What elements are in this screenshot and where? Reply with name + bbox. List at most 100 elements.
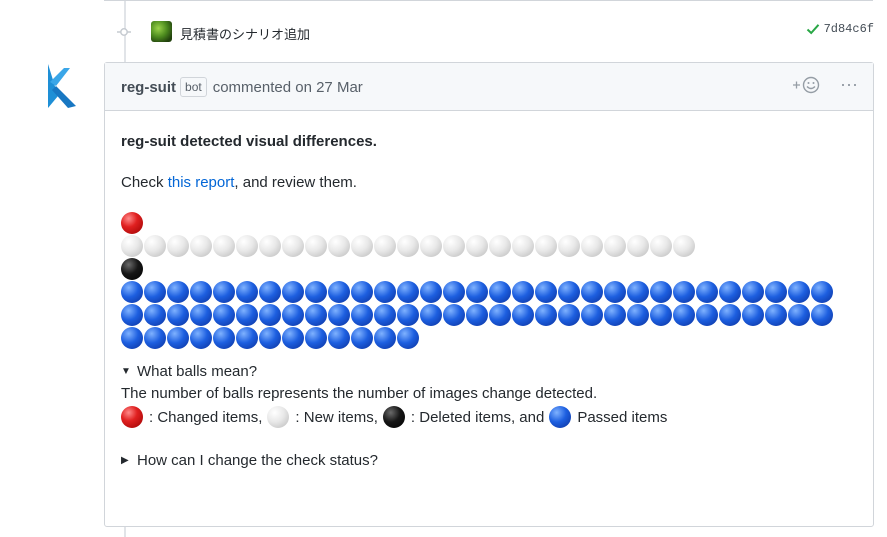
blue-ball-icon xyxy=(213,304,235,326)
blue-ball-icon xyxy=(282,327,304,349)
white-ball-icon xyxy=(213,235,235,257)
white-ball-icon xyxy=(535,235,557,257)
add-reaction-button[interactable] xyxy=(792,76,822,94)
blue-ball-icon xyxy=(581,304,603,326)
blue-ball-icon xyxy=(466,281,488,303)
blue-ball-icon xyxy=(558,304,580,326)
triangle-right-icon: ▶ xyxy=(121,455,129,466)
comment-author[interactable]: reg-suit xyxy=(121,79,176,96)
details-balls-meaning[interactable]: ▼ What balls mean? xyxy=(121,363,857,380)
blue-ball-icon xyxy=(144,281,166,303)
blue-ball-icon xyxy=(673,281,695,303)
comment-actions: ⋯ xyxy=(792,76,859,94)
commit-sha[interactable]: 7d84c6f xyxy=(824,22,874,36)
white-ball-icon xyxy=(604,235,626,257)
triangle-down-icon: ▼ xyxy=(121,366,131,377)
blue-ball-icon xyxy=(328,304,350,326)
blue-ball-icon xyxy=(305,327,327,349)
bot-badge: bot xyxy=(180,77,207,97)
black-ball-row xyxy=(121,258,857,280)
white-ball-icon xyxy=(259,235,281,257)
blue-ball-icon xyxy=(535,304,557,326)
blue-ball-icon xyxy=(190,327,212,349)
white-ball-icon xyxy=(627,235,649,257)
white-ball-icon xyxy=(328,235,350,257)
blue-ball-icon xyxy=(351,281,373,303)
white-ball-icon xyxy=(466,235,488,257)
blue-ball-icon xyxy=(167,304,189,326)
red-ball-row xyxy=(121,212,857,234)
blue-ball-icon xyxy=(282,304,304,326)
add-reaction-icon xyxy=(793,76,820,94)
blue-ball-icon xyxy=(397,281,419,303)
comment-timestamp[interactable]: commented on 27 Mar xyxy=(213,79,363,96)
blue-ball-icon xyxy=(627,281,649,303)
blue-ball-icon xyxy=(213,327,235,349)
status-balls xyxy=(121,212,857,349)
white-ball-icon xyxy=(581,235,603,257)
blue-ball-icon xyxy=(512,304,534,326)
blue-ball-icon xyxy=(489,304,511,326)
comment-headline: reg-suit detected visual differences. xyxy=(121,133,377,150)
blue-ball-icon xyxy=(144,327,166,349)
blue-ball-icon xyxy=(765,281,787,303)
kebab-icon[interactable]: ⋯ xyxy=(840,76,859,94)
blue-ball-icon xyxy=(466,304,488,326)
white-ball-icon xyxy=(282,235,304,257)
blue-ball-icon xyxy=(374,327,396,349)
blue-ball-icon xyxy=(167,327,189,349)
white-ball-icon xyxy=(673,235,695,257)
blue-ball-icon xyxy=(581,281,603,303)
white-ball-icon xyxy=(190,235,212,257)
white-ball-icon xyxy=(512,235,534,257)
white-ball-icon xyxy=(267,406,290,428)
blue-ball-icon xyxy=(397,327,419,349)
white-ball-icon xyxy=(305,235,327,257)
black-ball-icon xyxy=(121,258,143,280)
blue-ball-icon xyxy=(397,304,419,326)
red-ball-icon xyxy=(121,406,143,428)
blue-ball-icon xyxy=(121,304,143,326)
blue-ball-icon xyxy=(328,281,350,303)
blue-ball-icon xyxy=(190,281,212,303)
commit-status: 7d84c6f xyxy=(806,22,874,36)
blue-ball-icon xyxy=(282,281,304,303)
blue-ball-icon xyxy=(604,304,626,326)
blue-ball-icon xyxy=(236,327,258,349)
legend-changed: : Changed items, xyxy=(149,408,263,426)
blue-ball-icon xyxy=(305,304,327,326)
blue-ball-icon xyxy=(765,304,787,326)
white-ball-icon xyxy=(489,235,511,257)
commit-message[interactable]: 見積書のシナリオ追加 xyxy=(180,24,310,43)
check-icon[interactable] xyxy=(806,22,820,36)
reg-suit-logo[interactable] xyxy=(46,62,78,110)
check-prefix: Check xyxy=(121,174,168,191)
blue-ball-icon xyxy=(167,281,189,303)
blue-ball-icon xyxy=(259,281,281,303)
report-link[interactable]: this report xyxy=(168,174,235,191)
commit-author-avatar[interactable] xyxy=(151,21,172,42)
legend-passed: Passed items xyxy=(577,408,668,426)
check-report-line: Check this report, and review them. xyxy=(121,174,857,191)
white-ball-icon xyxy=(374,235,396,257)
blue-ball-icon xyxy=(259,327,281,349)
blue-ball-icon xyxy=(549,406,572,428)
comment-box: reg-suit bot commented on 27 Mar ⋯ reg-s… xyxy=(104,62,874,527)
blue-ball-icon xyxy=(742,281,764,303)
blue-ball-icon xyxy=(811,304,833,326)
legend-deleted: : Deleted items, and xyxy=(410,408,545,426)
details-summary-label: How can I change the check status? xyxy=(137,452,378,469)
details-check-status[interactable]: ▶ How can I change the check status? xyxy=(121,452,857,469)
blue-ball-icon xyxy=(351,304,373,326)
white-ball-icon xyxy=(443,235,465,257)
blue-ball-icon xyxy=(627,304,649,326)
blue-ball-icon xyxy=(535,281,557,303)
git-commit-icon xyxy=(117,28,131,36)
blue-ball-icon xyxy=(351,327,373,349)
blue-ball-icon xyxy=(374,281,396,303)
balls-legend: : Changed items, : New items, : Deleted … xyxy=(121,406,857,428)
blue-ball-icon xyxy=(443,281,465,303)
comment-header: reg-suit bot commented on 27 Mar ⋯ xyxy=(105,63,873,111)
blue-ball-icon xyxy=(121,327,143,349)
blue-ball-row xyxy=(121,327,857,349)
